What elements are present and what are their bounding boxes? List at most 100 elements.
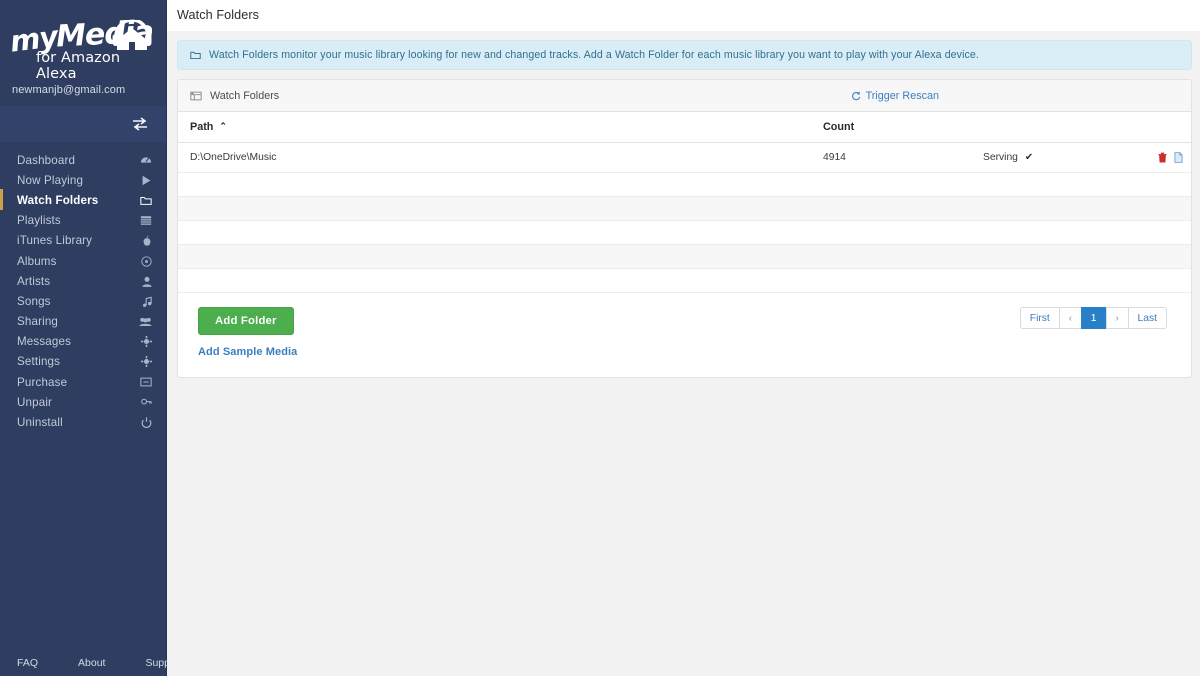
list-icon xyxy=(139,214,152,227)
pagination-last[interactable]: Last xyxy=(1127,307,1167,329)
cell-count: 4914 xyxy=(823,142,983,173)
sidebar-item-artists[interactable]: Artists xyxy=(0,271,166,291)
sidebar-nav: Dashboard Now Playing Watch Folders Play… xyxy=(0,142,166,650)
status-badge: Serving xyxy=(983,152,1018,163)
sidebar-item-dashboard[interactable]: Dashboard xyxy=(0,150,166,170)
exchange-arrows-icon[interactable] xyxy=(132,116,148,132)
disc-icon xyxy=(139,255,152,268)
table-row-empty xyxy=(178,220,1191,245)
sidebar-item-itunes-library[interactable]: iTunes Library xyxy=(0,231,166,251)
page-title: Watch Folders xyxy=(177,8,260,22)
sidebar-item-sharing[interactable]: Sharing xyxy=(0,312,166,332)
sidebar-item-uninstall[interactable]: Uninstall xyxy=(0,412,166,432)
table-body: D:\OneDrive\Music 4914 Serving ✔ xyxy=(178,142,1191,293)
sidebar-item-label: Watch Folders xyxy=(17,193,99,207)
sidebar-item-label: Settings xyxy=(17,355,61,369)
table-row-empty xyxy=(178,244,1191,269)
music-note-icon xyxy=(139,295,152,308)
card-footer: Add Folder Add Sample Media First ‹ 1 › … xyxy=(178,293,1191,377)
info-banner-text: Watch Folders monitor your music library… xyxy=(209,49,979,61)
column-header-count-label: Count xyxy=(823,121,855,133)
pagination-next[interactable]: › xyxy=(1105,307,1128,329)
watch-folders-table: Path ⌃ Count D:\OneDrive\Music 4914 Serv… xyxy=(178,112,1191,293)
sidebar-item-unpair[interactable]: Unpair xyxy=(0,392,166,412)
folder-icon xyxy=(139,194,152,207)
table-header-row: Path ⌃ Count xyxy=(178,112,1191,143)
play-icon xyxy=(139,174,152,187)
gear-icon xyxy=(139,335,152,348)
table-row[interactable]: D:\OneDrive\Music 4914 Serving ✔ xyxy=(178,142,1191,173)
sidebar-item-messages[interactable]: Messages xyxy=(0,332,166,352)
watch-folders-card: Watch Folders Trigger Rescan Path ⌃ Coun… xyxy=(177,79,1192,378)
card-header-left: Watch Folders xyxy=(190,90,279,102)
sidebar-item-label: Uninstall xyxy=(17,416,63,430)
sidebar-item-label: Now Playing xyxy=(17,173,84,187)
trigger-rescan-label: Trigger Rescan xyxy=(865,89,939,102)
sidebar-item-watch-folders[interactable]: Watch Folders xyxy=(0,189,166,211)
folder-icon xyxy=(190,50,201,60)
gear-icon xyxy=(139,355,152,368)
dashboard-icon xyxy=(139,154,152,167)
sidebar-item-purchase[interactable]: Purchase xyxy=(0,372,166,392)
content-area: Watch Folders monitor your music library… xyxy=(167,31,1200,378)
table-row-empty xyxy=(178,268,1191,293)
sidebar-item-songs[interactable]: Songs xyxy=(0,291,166,311)
account-email: newmanjb@gmail.com xyxy=(12,84,126,96)
footer-link-about[interactable]: About xyxy=(78,657,105,669)
add-sample-media-link[interactable]: Add Sample Media xyxy=(198,346,297,358)
refresh-icon xyxy=(851,91,861,101)
sidebar-item-now-playing[interactable]: Now Playing xyxy=(0,170,166,190)
pagination-first[interactable]: First xyxy=(1019,307,1059,329)
sidebar-item-label: Albums xyxy=(17,254,57,268)
sidebar-item-playlists[interactable]: Playlists xyxy=(0,211,166,231)
table-head: Path ⌃ Count xyxy=(178,112,1191,143)
sidebar-toggle-row[interactable] xyxy=(0,106,166,142)
table-row-empty xyxy=(178,172,1191,197)
house-headphones-icon xyxy=(112,20,152,50)
sidebar-footer: FAQ About Support xyxy=(0,650,182,676)
power-icon xyxy=(139,416,152,429)
trigger-rescan-button[interactable]: Trigger Rescan xyxy=(851,90,939,102)
table-list-icon xyxy=(190,91,202,101)
users-icon xyxy=(139,315,152,328)
trash-icon[interactable] xyxy=(1158,152,1167,163)
key-icon xyxy=(139,396,152,409)
sidebar-item-label: Unpair xyxy=(17,395,53,409)
pagination-prev[interactable]: ‹ xyxy=(1058,307,1081,329)
logo-subtitle: for Amazon Alexa xyxy=(36,50,121,82)
cell-path: D:\OneDrive\Music xyxy=(178,142,823,173)
file-icon[interactable] xyxy=(1174,152,1183,163)
sidebar-item-label: Playlists xyxy=(17,214,61,228)
column-header-path-label: Path xyxy=(190,121,214,133)
sidebar-item-label: Sharing xyxy=(17,315,59,329)
sidebar-item-label: iTunes Library xyxy=(17,234,93,248)
check-icon: ✔ xyxy=(1024,152,1034,163)
card-title: Watch Folders xyxy=(210,89,280,102)
column-header-actions xyxy=(1153,112,1191,143)
user-icon xyxy=(139,275,152,288)
add-folder-button[interactable]: Add Folder xyxy=(198,307,294,335)
pagination-page-1[interactable]: 1 xyxy=(1080,307,1106,329)
sidebar-item-label: Dashboard xyxy=(17,153,76,167)
column-header-status xyxy=(983,112,1153,143)
main-content: Watch Folders Watch Folders monitor your… xyxy=(167,0,1200,676)
sidebar: my Media for Amazon Alexa newmanjb@gmail… xyxy=(0,0,182,676)
cell-actions xyxy=(1153,142,1191,173)
footer-actions: Add Folder Add Sample Media xyxy=(198,307,297,358)
brand-logo[interactable]: my Media for Amazon Alexa xyxy=(0,0,166,82)
column-header-path[interactable]: Path ⌃ xyxy=(178,112,823,143)
card-header: Watch Folders Trigger Rescan xyxy=(178,80,1191,112)
table-row-empty xyxy=(178,196,1191,221)
top-bar: Watch Folders xyxy=(167,0,1200,31)
card-icon xyxy=(139,376,152,389)
sidebar-item-label: Songs xyxy=(17,294,51,308)
sidebar-item-albums[interactable]: Albums xyxy=(0,251,166,271)
sidebar-item-settings[interactable]: Settings xyxy=(0,352,166,372)
footer-link-faq[interactable]: FAQ xyxy=(17,657,38,669)
sidebar-item-label: Artists xyxy=(17,274,51,288)
app-root: my Media for Amazon Alexa newmanjb@gmail… xyxy=(0,0,1200,676)
card-header-right: Trigger Rescan xyxy=(851,90,939,102)
column-header-count[interactable]: Count xyxy=(823,112,983,143)
cell-status: Serving ✔ xyxy=(983,142,1153,173)
info-banner: Watch Folders monitor your music library… xyxy=(177,40,1192,70)
